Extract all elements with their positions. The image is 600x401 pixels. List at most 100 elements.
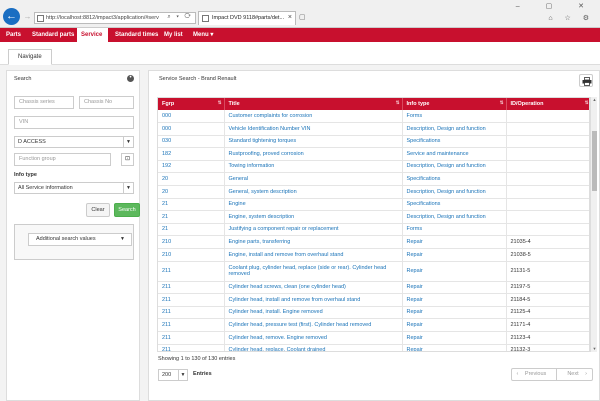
table-scrollbar[interactable]: ▲ ▼ — [590, 97, 597, 352]
cell-title[interactable]: Engine, system description — [224, 210, 403, 224]
cell-fgrp[interactable]: 21 — [158, 210, 225, 224]
cell-id-operation[interactable]: 21035-4 — [506, 235, 589, 250]
cell-fgrp[interactable]: 192 — [158, 160, 225, 174]
cell-id-operation[interactable]: 21038-5 — [506, 248, 589, 262]
cell-info-type[interactable]: Description, Design and function — [402, 160, 507, 174]
cell-title[interactable]: Cylinder head, pressure test (first). Cy… — [224, 318, 403, 332]
new-tab-icon[interactable]: ▢ — [299, 13, 309, 23]
cell-info-type[interactable]: Specifications — [402, 172, 507, 187]
cell-info-type[interactable]: Description, Design and function — [402, 185, 507, 199]
cell-info-type[interactable]: Repair — [402, 261, 507, 282]
table-row[interactable]: 030 Standard tightening torques Specificat… — [158, 135, 589, 149]
browser-tab[interactable]: Impact DVD 9118#parts/det... × — [198, 11, 296, 25]
page-length-select[interactable]: 200 ▼ — [158, 369, 188, 381]
table-row[interactable]: 211 Cylinder head, pressure test (first).… — [158, 318, 589, 332]
cell-fgrp[interactable]: 21 — [158, 198, 225, 212]
cell-id-operation[interactable] — [506, 198, 589, 212]
cell-id-operation[interactable] — [506, 147, 589, 161]
nav-parts[interactable]: Parts — [2, 28, 25, 42]
table-row[interactable]: 182 Rustproofing, proved corrosion Service… — [158, 147, 589, 161]
cell-title[interactable]: Rustproofing, proved corrosion — [224, 147, 403, 161]
table-row[interactable]: 211 Coolant plug, cylinder head, replace … — [158, 261, 589, 282]
table-row[interactable]: 211 Cylinder head, replace. Coolant drain… — [158, 344, 589, 351]
cell-fgrp[interactable]: 20 — [158, 172, 225, 187]
cell-info-type[interactable]: Repair — [402, 344, 507, 351]
cell-fgrp[interactable]: 211 — [158, 293, 225, 307]
tab-navigate[interactable]: Navigate — [8, 49, 52, 65]
cell-info-type[interactable]: Description, Design and function — [402, 210, 507, 224]
table-row[interactable]: 210 Engine parts, transferring Repair 21035… — [158, 235, 589, 250]
table-row[interactable]: 20 General Specifications — [158, 172, 589, 187]
cell-fgrp[interactable]: 000 — [158, 110, 225, 124]
close-tab-icon[interactable]: × — [288, 14, 292, 21]
cell-fgrp[interactable]: 210 — [158, 248, 225, 262]
cell-info-type[interactable]: Repair — [402, 235, 507, 250]
cell-info-type[interactable]: Specifications — [402, 198, 507, 212]
scroll-up-icon[interactable]: ▲ — [591, 97, 598, 103]
cell-fgrp[interactable]: 211 — [158, 318, 225, 332]
cell-id-operation[interactable]: 21123-4 — [506, 331, 589, 345]
search-button[interactable]: Search — [114, 203, 140, 217]
chassis-series-input[interactable]: Chassis series — [14, 96, 74, 109]
nav-standard-times[interactable]: Standard times — [111, 28, 162, 42]
function-group-picker-icon[interactable]: ⊡ — [121, 153, 134, 166]
cell-fgrp[interactable]: 210 — [158, 235, 225, 250]
cell-title[interactable]: Cylinder head screws, clean (one cylinde… — [224, 281, 403, 295]
table-row[interactable]: 21 Engine Specifications — [158, 198, 589, 212]
cell-fgrp[interactable]: 211 — [158, 261, 225, 282]
cell-info-type[interactable]: Service and maintenance — [402, 147, 507, 161]
cell-id-operation[interactable]: 21132-3 — [506, 344, 589, 351]
cell-title[interactable]: Cylinder head, install and remove from o… — [224, 293, 403, 307]
next-page-button[interactable]: Next › — [557, 369, 592, 380]
settings-icon[interactable]: • — [127, 75, 134, 82]
clear-button[interactable]: Clear — [86, 203, 110, 217]
cell-id-operation[interactable] — [506, 210, 589, 224]
cell-fgrp[interactable]: 000 — [158, 122, 225, 136]
table-row[interactable]: 211 Cylinder head screws, clean (one cyli… — [158, 281, 589, 295]
cell-id-operation[interactable] — [506, 223, 589, 237]
nav-my-list[interactable]: My list — [160, 28, 187, 42]
cell-title[interactable]: Engine parts, transferring — [224, 235, 403, 250]
cell-info-type[interactable]: Forms — [402, 110, 507, 124]
cell-title[interactable]: General, system description — [224, 185, 403, 199]
vin-input[interactable]: VIN — [14, 116, 134, 129]
print-button[interactable] — [579, 74, 593, 87]
back-icon[interactable]: ← — [3, 8, 20, 25]
cell-fgrp[interactable]: 182 — [158, 147, 225, 161]
column-header-fgrp[interactable]: Fgrp ⇅ — [158, 98, 225, 110]
cell-fgrp[interactable]: 030 — [158, 135, 225, 149]
cell-fgrp[interactable]: 211 — [158, 344, 225, 351]
cell-id-operation[interactable] — [506, 110, 589, 124]
browser-toolbar-icons[interactable]: ⌂ ☆ ⚙ — [548, 14, 594, 22]
table-row[interactable]: 211 Cylinder head, remove. Engine removed… — [158, 331, 589, 345]
table-row[interactable]: 210 Engine, install and remove from overh… — [158, 248, 589, 262]
address-bar[interactable]: http://localhost:8812/impact3/applicatio… — [34, 12, 196, 24]
cell-title[interactable]: General — [224, 172, 403, 187]
cell-fgrp[interactable]: 211 — [158, 281, 225, 295]
cell-fgrp[interactable]: 211 — [158, 331, 225, 345]
table-row[interactable]: 20 General, system description Description… — [158, 185, 589, 199]
cell-info-type[interactable]: Repair — [402, 331, 507, 345]
cell-id-operation[interactable] — [506, 185, 589, 199]
additional-search-button[interactable]: Additional search values ▼ — [28, 233, 132, 246]
cell-fgrp[interactable]: 21 — [158, 223, 225, 237]
cell-title[interactable]: Engine, install and remove from overhaul… — [224, 248, 403, 262]
cell-id-operation[interactable]: 21131-5 — [506, 261, 589, 282]
cell-title[interactable]: Cylinder head, remove. Engine removed — [224, 331, 403, 345]
address-tools-icon[interactable]: ⌕ ▾ ⟳ — [167, 14, 193, 21]
cell-title[interactable]: Vehicle Identification Number VIN — [224, 122, 403, 136]
cell-id-operation[interactable] — [506, 135, 589, 149]
table-row[interactable]: 21 Justifying a component repair or repla… — [158, 223, 589, 237]
nav-menu[interactable]: Menu ▾ — [189, 28, 217, 42]
cell-title[interactable]: Cylinder head, replace. Coolant drained — [224, 344, 403, 351]
function-group-input[interactable]: Function group — [14, 153, 111, 166]
cell-id-operation[interactable]: 21171-4 — [506, 318, 589, 332]
cell-id-operation[interactable]: 21125-4 — [506, 306, 589, 320]
nav-service[interactable]: Service — [77, 28, 108, 42]
column-header-title[interactable]: Title ⇅ — [224, 98, 403, 110]
column-header-id-operation[interactable]: ID/Operation ⇅ — [506, 98, 589, 110]
cell-info-type[interactable]: Forms — [402, 223, 507, 237]
d-access-select[interactable]: D ACCESS ▼ — [14, 136, 134, 148]
table-row[interactable]: 000 Vehicle Identification Number VIN Desc… — [158, 122, 589, 136]
cell-title[interactable]: Coolant plug, cylinder head, replace (si… — [224, 261, 403, 282]
